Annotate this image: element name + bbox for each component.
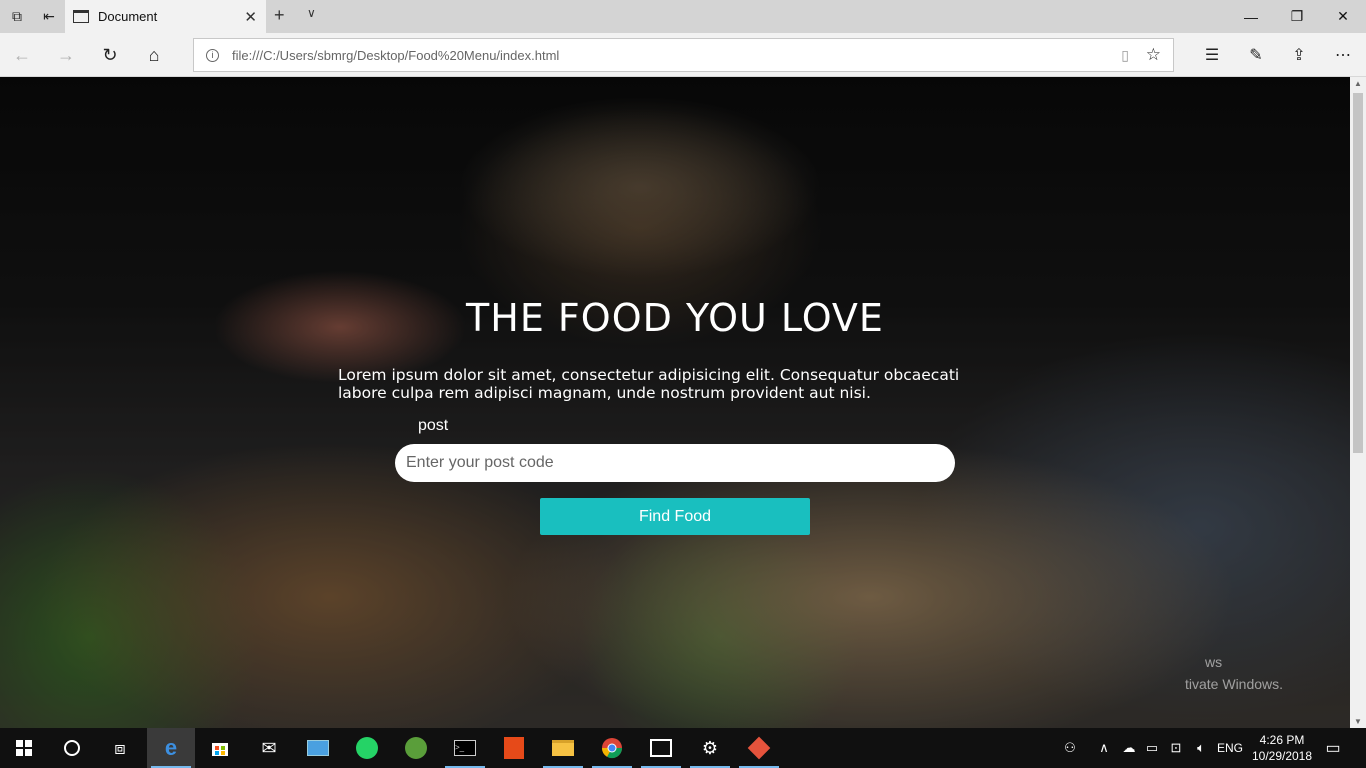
photos-icon[interactable] xyxy=(637,728,685,768)
watermark-line-2: tivate Windows. xyxy=(1185,676,1284,692)
find-food-button[interactable]: Find Food xyxy=(540,498,810,535)
cortana-search-icon[interactable] xyxy=(48,728,96,768)
battery-icon[interactable]: ▭ xyxy=(1142,728,1162,768)
post-code-input[interactable] xyxy=(395,444,955,482)
network-icon[interactable]: ⊡ xyxy=(1166,728,1186,768)
new-tab-icon[interactable]: + xyxy=(274,5,285,26)
clock-time: 4:26 PM xyxy=(1259,733,1305,747)
refresh-icon[interactable]: ↻ xyxy=(97,42,123,68)
share-icon[interactable]: ⇪ xyxy=(1286,42,1312,68)
command-prompt-icon[interactable]: >_ xyxy=(441,728,489,768)
whatsapp-icon[interactable] xyxy=(343,728,391,768)
minimize-icon[interactable]: — xyxy=(1228,0,1274,33)
home-icon[interactable]: ⌂ xyxy=(141,42,167,68)
office-icon[interactable] xyxy=(490,728,538,768)
page-scrollbar[interactable]: ▲ ▼ xyxy=(1350,77,1366,728)
navigation-bar: ← → ↻ ⌂ i file:///C:/Users/sbmrg/Desktop… xyxy=(0,33,1366,77)
watermark-line-1: ws xyxy=(1205,654,1223,670)
system-clock[interactable]: 4:26 PM 10/29/2018 xyxy=(1244,732,1320,764)
tab-strip: ⧉ ⇤ Document ✕ + ∨ — ❐ ✕ xyxy=(0,0,1366,33)
task-view-icon[interactable]: ⧈ xyxy=(96,728,144,768)
lead-paragraph: Lorem ipsum dolor sit amet, consectetur … xyxy=(338,366,960,402)
people-icon[interactable]: ⚇ xyxy=(1058,728,1082,768)
volume-icon[interactable]: 🔈︎ xyxy=(1190,728,1212,768)
address-url[interactable]: file:///C:/Users/sbmrg/Desktop/Food%20Me… xyxy=(232,48,559,63)
set-tabs-aside-icon[interactable]: ⧉ xyxy=(4,4,30,28)
scroll-up-icon[interactable]: ▲ xyxy=(1354,79,1362,88)
android-studio-icon[interactable] xyxy=(392,728,440,768)
info-icon[interactable]: i xyxy=(206,48,219,62)
page-icon xyxy=(73,10,89,23)
activate-windows-watermark: ws tivate Windows. xyxy=(1185,651,1283,695)
chevron-down-icon[interactable]: ∨ xyxy=(307,6,316,20)
chrome-icon[interactable] xyxy=(588,728,636,768)
favorite-star-icon[interactable]: ☆ xyxy=(1146,45,1161,65)
page-title: THE FOOD YOU LOVE xyxy=(466,296,884,340)
post-label: post xyxy=(418,417,449,434)
browser-tab[interactable]: Document ✕ xyxy=(65,0,266,33)
tab-title: Document xyxy=(98,9,158,24)
reading-view-icon[interactable]: ▯ xyxy=(1121,47,1129,64)
address-bar[interactable]: i file:///C:/Users/sbmrg/Desktop/Food%20… xyxy=(193,38,1174,72)
input-language[interactable]: ENG xyxy=(1214,728,1246,768)
scroll-down-icon[interactable]: ▼ xyxy=(1354,717,1362,726)
close-window-icon[interactable]: ✕ xyxy=(1320,0,1366,33)
start-windows-icon[interactable] xyxy=(0,728,48,768)
more-menu-icon[interactable]: ⋯ xyxy=(1330,42,1356,68)
forward-icon[interactable]: → xyxy=(53,42,79,68)
page-viewport: THE FOOD YOU LOVE Lorem ipsum dolor sit … xyxy=(0,77,1350,728)
favorites-hub-icon[interactable]: ☰ xyxy=(1199,42,1225,68)
hero-overlay xyxy=(0,77,1350,728)
scroll-thumb[interactable] xyxy=(1353,93,1363,453)
action-center-icon[interactable]: ▭ xyxy=(1320,728,1346,768)
edge-browser-icon[interactable]: e xyxy=(147,728,195,768)
store-icon[interactable] xyxy=(196,728,244,768)
show-hidden-icons-icon[interactable]: ∧ xyxy=(1094,728,1114,768)
settings-gear-icon[interactable]: ⚙ xyxy=(686,728,734,768)
back-icon[interactable]: ← xyxy=(9,42,35,68)
tabs-aside-icon[interactable]: ⇤ xyxy=(36,4,62,28)
onedrive-cloud-icon[interactable]: ☁ xyxy=(1118,728,1140,768)
web-note-pen-icon[interactable]: ✎ xyxy=(1243,42,1269,68)
mail-icon[interactable]: ✉ xyxy=(245,728,293,768)
remote-desktop-icon[interactable] xyxy=(294,728,342,768)
restore-icon[interactable]: ❐ xyxy=(1274,0,1320,33)
windows-taskbar: ⧈ e ✉ >_ ⚙ ⚇ ∧ ☁ ▭ ⊡ 🔈︎ ENG 4:26 PM 10/2… xyxy=(0,728,1366,768)
git-tool-icon[interactable] xyxy=(735,728,783,768)
file-explorer-icon[interactable] xyxy=(539,728,587,768)
clock-date: 10/29/2018 xyxy=(1251,749,1313,763)
close-tab-icon[interactable]: ✕ xyxy=(244,8,257,26)
